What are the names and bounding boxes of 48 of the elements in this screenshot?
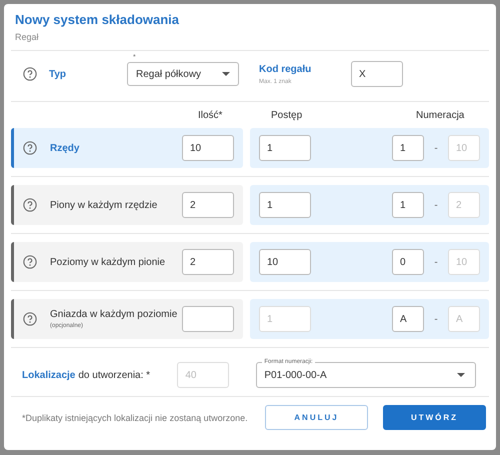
caret-icon: [457, 373, 466, 377]
quantity-field[interactable]: 2: [182, 249, 234, 275]
number-to-field: 10: [448, 135, 480, 161]
help-icon[interactable]: [23, 67, 37, 81]
cancel-button[interactable]: ANULUJ: [265, 405, 368, 430]
number-to-field: 2: [448, 192, 480, 218]
create-button[interactable]: UTWÓRZ: [383, 405, 486, 430]
range-separator: -: [433, 142, 439, 154]
row-panel[interactable]: Piony w każdym rzędzie 2: [11, 185, 243, 225]
row-label: Rzędy: [50, 142, 80, 154]
caret-icon: [222, 72, 230, 76]
range-separator: -: [433, 256, 439, 268]
number-from-field[interactable]: 1: [392, 135, 424, 161]
quantity-field[interactable]: 2: [182, 192, 234, 218]
column-header: Postęp: [271, 110, 302, 121]
range-separator: -: [433, 200, 439, 210]
number-from-field[interactable]: A: [392, 306, 424, 332]
number-from-field[interactable]: 1: [392, 192, 424, 218]
progress-field[interactable]: 1: [259, 135, 311, 161]
column-header: Numeracja: [416, 110, 464, 121]
progress-field[interactable]: 1: [259, 192, 311, 218]
help-icon[interactable]: [23, 141, 37, 155]
dialog-subtitle: Regał: [15, 32, 40, 42]
range-separator: -: [433, 314, 439, 324]
progress-field[interactable]: 10: [259, 249, 311, 275]
number-from-field[interactable]: 0: [392, 249, 424, 275]
locations-label-suffix: do utworzenia: *: [78, 370, 152, 380]
help-icon[interactable]: [23, 198, 37, 212]
code-field[interactable]: X: [351, 61, 403, 87]
number-to-field: 10: [448, 249, 480, 275]
row-label: Piony w każdym rzędzie: [50, 200, 158, 210]
row-panel[interactable]: Poziomy w każdym pionie 2: [11, 242, 243, 282]
row-label: Gniazda w każdym poziomie: [50, 309, 178, 320]
quantity-field[interactable]: 10: [182, 135, 234, 161]
column-header: Ilość*: [198, 110, 222, 121]
help-icon[interactable]: [23, 312, 37, 326]
row-label: Poziomy w każdym pionie: [50, 256, 166, 268]
number-to-field: A: [448, 306, 480, 332]
locations-count-field: 40: [177, 362, 230, 388]
quantity-field[interactable]: [182, 306, 234, 332]
type-label: Typ: [49, 68, 68, 80]
code-label: Kod regału: [259, 64, 312, 74]
dialog-title: Nowy system składowania: [15, 12, 180, 27]
footnote-text: *Duplikaty istniejących lokalizacji nie zostaną utworzone.: [22, 412, 249, 425]
help-icon[interactable]: [23, 255, 37, 269]
row-panel[interactable]: Rzędy 10: [11, 128, 243, 168]
locations-label: Lokalizacje: [22, 370, 76, 380]
type-select[interactable]: Regał półkowy: [127, 62, 239, 86]
